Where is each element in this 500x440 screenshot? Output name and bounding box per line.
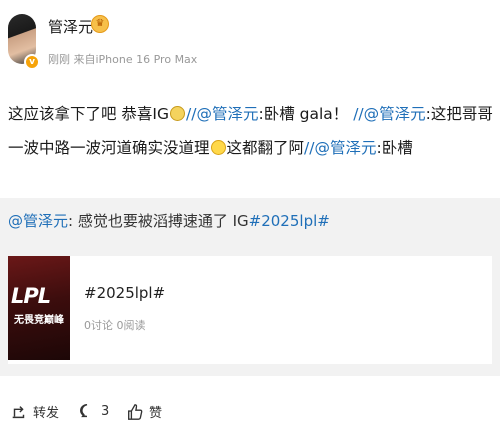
repost-mention-link[interactable]: @管泽元 <box>8 212 68 230</box>
like-label: 赞 <box>149 406 163 421</box>
repost-text: @管泽元: 感觉也要被滔搏速通了 IG#2025lpl# <box>8 210 330 231</box>
repost-body: : 感觉也要被滔搏速通了 IG <box>68 212 249 230</box>
forward-icon <box>12 405 25 418</box>
sweat-emoji-icon <box>210 140 226 155</box>
mention-link[interactable]: //@管泽元 <box>186 105 258 123</box>
topic-card-stats: 0讨论 0阅读 <box>84 319 146 332</box>
hashtag-link[interactable]: #2025lpl# <box>249 212 330 230</box>
crown-badge-icon[interactable]: ♛ <box>91 15 109 33</box>
forward-button[interactable]: 转发 <box>10 402 59 421</box>
comment-count: 3 <box>101 403 110 419</box>
post-text: 这应该拿下了吧 恭喜IG <box>8 105 170 123</box>
topic-card-image[interactable]: LPL 无畏竞巅峰 <box>8 256 70 360</box>
post-text: :卧槽 <box>376 139 413 157</box>
reposted-content[interactable]: @管泽元: 感觉也要被滔搏速通了 IG#2025lpl# LPL 无畏竞巅峰 #… <box>0 198 500 376</box>
post-header: v 管泽元 ♛ 刚刚 来自iPhone 16 Pro Max <box>8 14 488 70</box>
post-text: :卧槽 gala！ <box>258 105 349 123</box>
like-icon <box>128 403 143 420</box>
forward-label: 转发 <box>33 406 60 421</box>
comment-icon <box>80 404 88 418</box>
mention-link[interactable]: //@管泽元 <box>353 105 425 123</box>
post-text: 这都翻了阿 <box>226 139 305 157</box>
topic-card-title[interactable]: #2025lpl# <box>84 284 165 302</box>
post-meta: 刚刚 来自iPhone 16 Pro Max <box>48 53 198 66</box>
lpl-logo: LPL <box>11 284 51 308</box>
lpl-logo-subtitle: 无畏竞巅峰 <box>14 315 64 326</box>
verified-badge-icon: v <box>24 54 40 70</box>
mention-link[interactable]: //@管泽元 <box>304 139 376 157</box>
action-bar: 转发 3 赞 <box>0 396 500 426</box>
avatar-container[interactable]: v <box>8 14 40 70</box>
post-content: 这应该拿下了吧 恭喜IG//@管泽元:卧槽 gala！ //@管泽元:这把哥哥一… <box>8 97 494 165</box>
author-name[interactable]: 管泽元 <box>48 16 93 37</box>
comment-button[interactable]: 3 <box>78 402 109 420</box>
topic-card[interactable]: LPL 无畏竞巅峰 #2025lpl# 0讨论 0阅读 <box>8 256 492 364</box>
cat-emoji-icon <box>170 106 186 121</box>
like-button[interactable]: 赞 <box>126 402 162 421</box>
